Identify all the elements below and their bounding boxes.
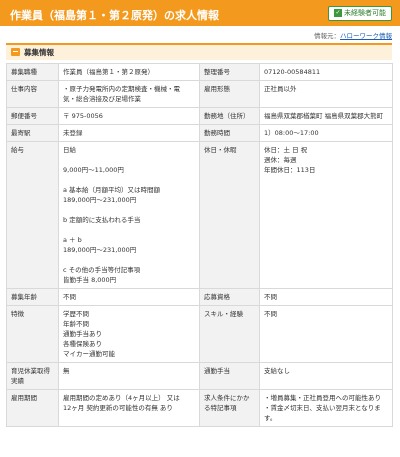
field-label: 整理番号: [199, 63, 260, 81]
cell-text: 通勤手当あり: [63, 330, 102, 338]
field-value: 07120-00584811: [259, 63, 393, 81]
field-label: 給与: [6, 141, 59, 289]
cell-text: 支給なし: [264, 367, 290, 375]
field-value: 休日：土 日 祝週休：毎週年間休日：113日: [259, 141, 393, 289]
cell-text: 〒 975-0056: [63, 112, 103, 120]
cell-text: 休日：土 日 祝: [264, 146, 308, 154]
field-value: 雇用期間の定めあり（4ヶ月以上） 又は 12ヶ月 契約更新の可能性の有無 あり: [58, 389, 200, 427]
field-value: 正社員以外: [259, 80, 393, 108]
field-label: 勤務地（住所）: [199, 107, 260, 125]
cell-text: 不問: [264, 293, 277, 301]
field-label: 郵便番号: [6, 107, 59, 125]
field-value: 不問: [259, 305, 393, 363]
cell-text: [63, 255, 195, 265]
field-label: 特徴: [6, 305, 59, 363]
cell-text: マイカー通勤可能: [63, 350, 115, 358]
field-label: 求人条件にかかる特記事項: [199, 389, 260, 427]
cell-text: 無: [63, 367, 70, 375]
field-label: 募集年齢: [6, 288, 59, 306]
field-label: 休日・休暇: [199, 141, 260, 289]
cell-text: a 基本給（月額平均）又は時間額: [63, 186, 161, 194]
cell-text: 雇用期間の定めあり（4ヶ月以上） 又は: [63, 394, 180, 402]
check-icon: ✓: [334, 9, 342, 17]
field-label: スキル・経験: [199, 305, 260, 363]
cell-text: 年間休日：113日: [264, 166, 316, 174]
cell-text: [63, 205, 195, 215]
cell-text: [63, 175, 195, 185]
field-value: ・原子力発電所内の定期検査・機械・電 気・総合溶接及び足場作業: [58, 80, 200, 108]
table-row: 募集職種 作業員（福島第１・第２原発） 整理番号 07120-00584811: [6, 63, 393, 81]
cell-text: 正社員以外: [264, 85, 297, 93]
cell-text: 07120-00584811: [264, 68, 321, 76]
field-value: 不問: [58, 288, 200, 306]
cell-text: 作業員（福島第１・第２原発）: [63, 68, 154, 76]
field-value: 無: [58, 362, 200, 390]
table-row: 給与 日給 9,000円〜11,000円 a 基本給（月額平均）又は時間額 189,…: [6, 141, 393, 289]
source-label: 情報元：: [314, 32, 340, 40]
field-value: 学歴不問年齢不問通勤手当あり 各種保険ありマイカー通勤可能: [58, 305, 200, 363]
cell-text: 不問: [264, 310, 277, 318]
cell-text: 年齢不問: [63, 320, 89, 328]
field-label: 通勤手当: [199, 362, 260, 390]
badge-label: 未経験者可能: [344, 9, 386, 17]
cell-text: ・増員募集・正社員登用への可能性あり: [264, 394, 381, 402]
cell-text: 未登録: [63, 129, 83, 137]
field-value: 作業員（福島第１・第２原発）: [58, 63, 200, 81]
cell-text: [63, 155, 195, 165]
field-label: 応募資格: [199, 288, 260, 306]
table-row: 募集年齢 不問 応募資格 不問: [6, 288, 393, 306]
field-label: 募集職種: [6, 63, 59, 81]
field-label: 仕事内容: [6, 80, 59, 108]
table-row: 特徴 学歴不問 年齢不問 通勤手当あり 各種保険あり マイカー通勤可能 スキル・経験 不問: [6, 305, 393, 363]
field-label: 雇用期間: [6, 389, 59, 427]
cell-text: ・原子力発電所内の定期検査・機械・電: [63, 85, 180, 93]
field-value: 不問: [259, 288, 393, 306]
cell-text: c その他の手当等付記事項: [63, 266, 141, 274]
table-row: 最寄駅 未登録 勤務時間 1）08:00〜17:00: [6, 124, 393, 142]
cell-text: b 定額的に支払われる手当: [63, 216, 141, 224]
title-bar: 作業員（福島第１・第２原発）の求人情報 ✓ 未経験者可能: [0, 0, 400, 26]
cell-text: 189,000円〜231,000円: [63, 196, 137, 204]
field-label: 育児休業取得実績: [6, 362, 59, 390]
field-value: 日給 9,000円〜11,000円 a 基本給（月額平均）又は時間額 189,00…: [58, 141, 200, 289]
cell-text: [63, 225, 195, 235]
field-value: 1）08:00〜17:00: [259, 124, 393, 142]
cell-text: 9,000円〜11,000円: [63, 166, 124, 174]
source-link[interactable]: ハローワーク情報: [340, 32, 392, 40]
table-row: 雇用期間 雇用期間の定めあり（4ヶ月以上） 又は 12ヶ月 契約更新の可能性の有無 …: [6, 389, 393, 427]
field-value: ・増員募集・正社員登用への可能性あり・賃金〆切末日、支払い翌月末となります。: [259, 389, 393, 427]
field-value: 未登録: [58, 124, 200, 142]
page-title: 作業員（福島第１・第２原発）の求人情報: [10, 9, 219, 22]
source-info: 情報元：ハローワーク情報: [314, 30, 392, 40]
field-value: 支給なし: [259, 362, 393, 390]
cell-text: 学歴不問: [63, 310, 89, 318]
table-row: 郵便番号〒 975-0056 勤務地（住所） 福島県双葉郡楢葉町 福島県双葉郡大熊町: [6, 107, 393, 125]
cell-text: 福島県双葉郡楢葉町 福島県双葉郡大熊町: [264, 112, 384, 120]
field-value: 福島県双葉郡楢葉町 福島県双葉郡大熊町: [259, 107, 393, 125]
field-value: 〒 975-0056: [58, 107, 200, 125]
job-info-table: 募集職種 作業員（福島第１・第２原発） 整理番号 07120-00584811 仕事内容…: [6, 63, 393, 427]
cell-text: 189,000円〜231,000円: [63, 246, 137, 254]
field-label: 最寄駅: [6, 124, 59, 142]
cell-text: 週休：毎週: [264, 156, 297, 164]
field-label: 勤務時間: [199, 124, 260, 142]
cell-text: a ＋ b: [63, 236, 82, 244]
cell-text: 12ヶ月 契約更新の可能性の有無 あり: [63, 404, 173, 412]
table-row: 育児休業取得実績無 通勤手当 支給なし: [6, 362, 393, 390]
cell-text: ・賃金〆切末日、支払い翌月末となります。: [264, 404, 381, 422]
cell-text: 気・総合溶接及び足場作業: [63, 95, 141, 103]
section-header: 募集情報: [6, 43, 392, 60]
cell-text: 1）08:00〜17:00: [264, 129, 319, 137]
cell-text: 日給: [63, 146, 76, 154]
field-label: 雇用形態: [199, 80, 260, 108]
section-title: 募集情報: [24, 48, 54, 57]
cell-text: 不問: [63, 293, 76, 301]
cell-text: 皆勤手当 8,000円: [63, 276, 117, 284]
cell-text: 各種保険あり: [63, 340, 102, 348]
status-badge: ✓ 未経験者可能: [328, 6, 392, 21]
document-icon: [11, 48, 20, 56]
table-row: 仕事内容 ・原子力発電所内の定期検査・機械・電 気・総合溶接及び足場作業 雇用形態 正社…: [6, 80, 393, 108]
